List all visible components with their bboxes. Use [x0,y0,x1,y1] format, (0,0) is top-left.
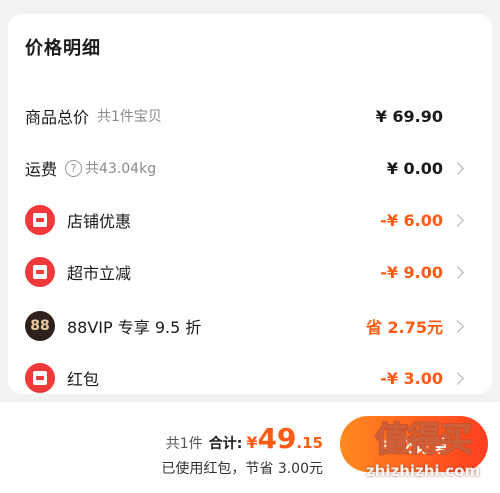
supermarket-discount-value: -¥ 9.00 [380,262,443,282]
goods-total-row: 商品总价 共1件宝贝 ¥ 69.90 [8,94,492,138]
order-total: 共1件 合计: ¥ 49 .15 [166,422,323,455]
red-packet-label: 红包 [67,370,100,389]
chevron-right-icon[interactable] [451,213,464,227]
store-discount-row[interactable]: 店铺优惠 -¥ 6.00 [8,198,492,242]
savings-note: 已使用红包，节省 3.00元 [161,461,323,477]
supermarket-discount-row[interactable]: 超市立减 -¥ 9.00 [8,250,492,294]
vip-savings-value: 省 2.75元 [365,318,443,337]
currency-symbol: ¥ [246,433,258,452]
help-icon[interactable]: ? [65,159,83,177]
total-amount-decimal: .15 [296,434,323,452]
red-packet-icon [25,363,55,393]
supermarket-discount-label: 超市立减 [67,264,132,283]
red-packet-row[interactable]: 红包 -¥ 3.00 [8,356,492,400]
price-detail-card: 价格明细 商品总价 共1件宝贝 ¥ 69.90 运费 ? 共43.04kg ¥ … [8,14,492,394]
chevron-right-icon[interactable] [451,265,464,279]
vip-discount-label: 88VIP 专享 9.5 折 [67,318,202,337]
coupon-icon [25,205,55,235]
chevron-right-icon[interactable] [451,371,464,385]
vip-discount-row[interactable]: 88 88VIP 专享 9.5 折 省 2.75元 [8,304,492,348]
chevron-right-icon[interactable] [451,319,464,333]
card-title: 价格明细 [25,38,101,59]
shipping-weight: 共43.04kg [85,161,157,177]
item-count: 共1件 [165,436,203,452]
goods-count: 共1件宝贝 [97,109,162,125]
vip-88-icon: 88 [25,311,55,341]
goods-total-label: 商品总价 [25,108,90,127]
submit-order-button[interactable]: 提交订单 [340,416,488,472]
total-amount-integer: 49 [257,422,297,455]
store-discount-value: -¥ 6.00 [380,210,443,230]
shipping-value: ¥ 0.00 [386,158,443,178]
red-packet-value: -¥ 3.00 [380,368,443,388]
shipping-label: 运费 [25,160,58,179]
chevron-right-icon[interactable] [451,161,464,175]
goods-total-value: ¥ 69.90 [375,106,443,126]
store-discount-label: 店铺优惠 [67,212,132,231]
supermarket-icon [25,257,55,287]
checkout-bar: 共1件 合计: ¥ 49 .15 已使用红包，节省 3.00元 提交订单 [0,402,500,493]
total-label: 合计: [208,436,243,452]
shipping-row[interactable]: 运费 ? 共43.04kg ¥ 0.00 [8,146,492,190]
